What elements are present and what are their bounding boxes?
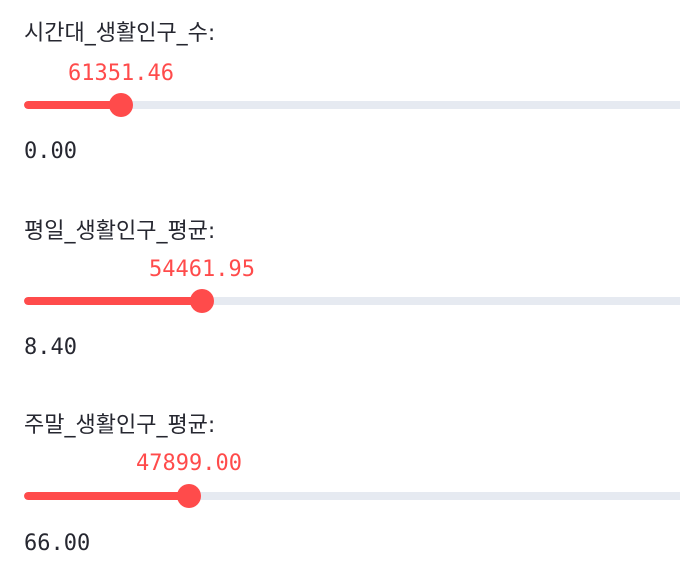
slider-track[interactable] [24, 492, 680, 500]
slider-widget-hourly-population: 시간대_생활인구_수: 61351.46 0.00 [24, 20, 680, 180]
slider-fill [24, 492, 189, 500]
slider-thumb[interactable] [109, 93, 133, 117]
slider-thumb[interactable] [190, 289, 214, 313]
slider-thumb[interactable] [177, 484, 201, 508]
slider-min-value: 0.00 [24, 139, 77, 164]
slider-min-value: 8.40 [24, 335, 77, 360]
slider-label: 주말_생활인구_평균: [24, 413, 216, 438]
slider-current-value: 54461.95 [149, 257, 255, 282]
slider-min-value: 66.00 [24, 531, 91, 556]
slider-label: 시간대_생활인구_수: [24, 21, 216, 46]
slider-label: 평일_생활인구_평균: [24, 219, 216, 244]
slider-track[interactable] [24, 297, 680, 305]
slider-current-value: 61351.46 [68, 61, 174, 86]
slider-fill [24, 101, 121, 109]
slider-current-value: 47899.00 [136, 451, 242, 476]
slider-widget-weekday-average: 평일_생활인구_평균: 54461.95 8.40 [24, 218, 680, 378]
slider-fill [24, 297, 202, 305]
slider-widget-weekend-average: 주말_생활인구_평균: 47899.00 66.00 [24, 412, 680, 572]
